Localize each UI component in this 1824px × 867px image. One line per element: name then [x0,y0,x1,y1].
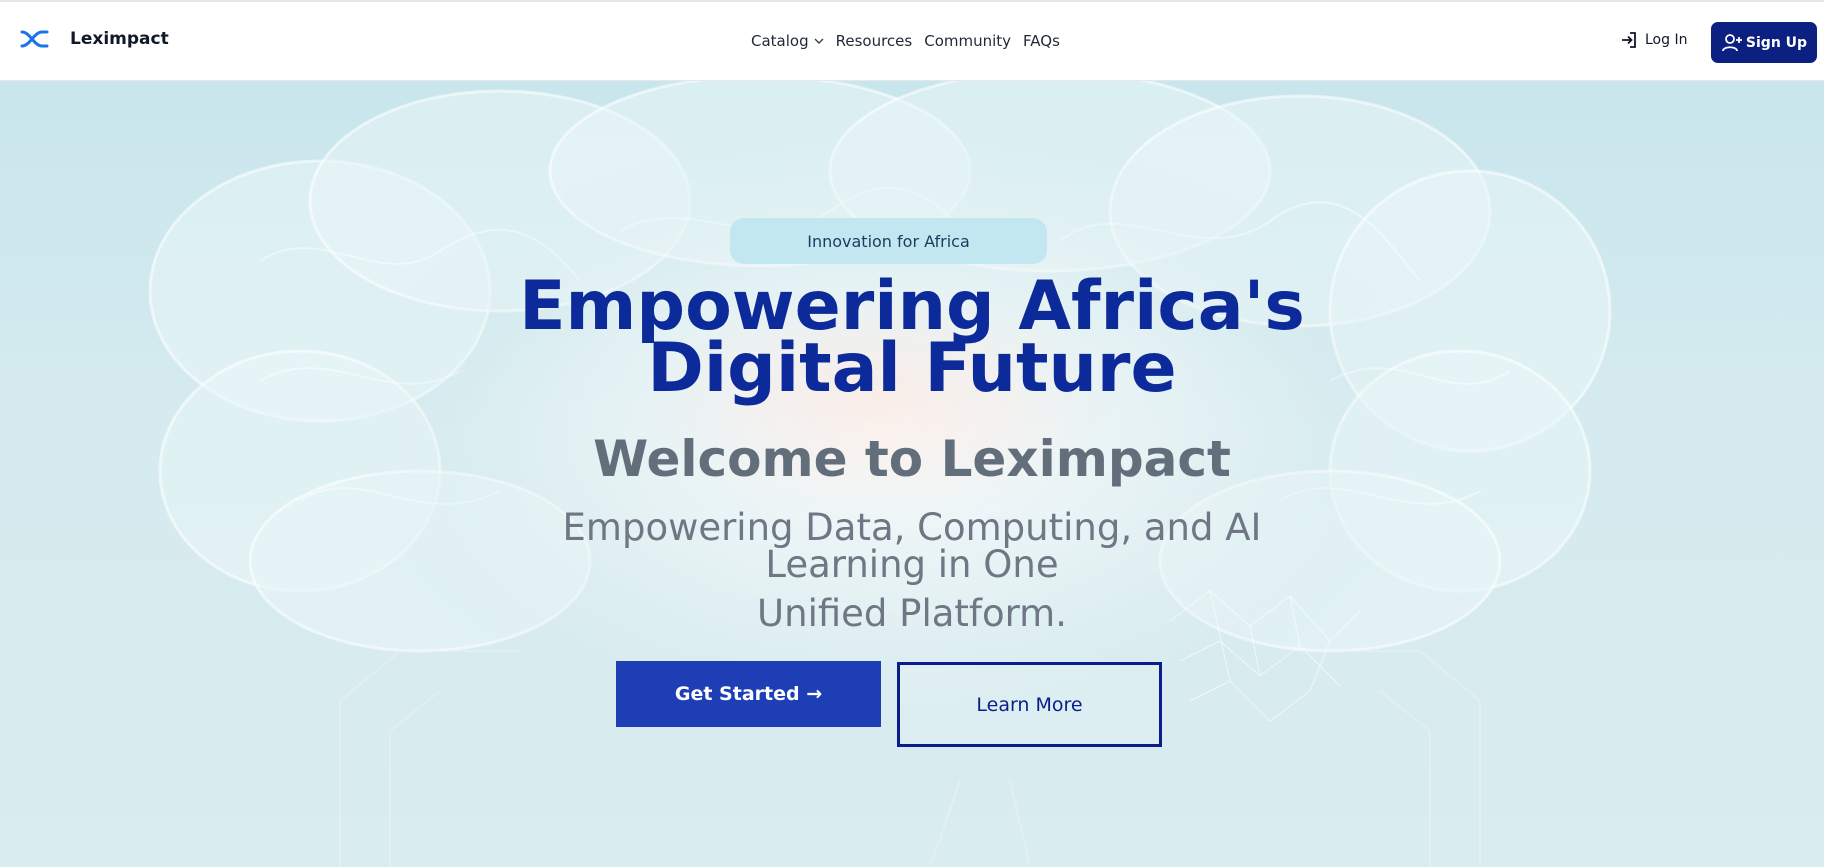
login-label: Log In [1645,32,1688,48]
learn-more-button[interactable]: Learn More [897,662,1162,747]
main-menu: Catalog Resources Community FAQs [751,32,1060,50]
crossed-arrows-logo-icon [20,30,49,48]
hero-section: Innovation for Africa Empowering Africa'… [0,81,1824,867]
nav-community[interactable]: Community [924,32,1011,50]
signup-button[interactable]: Sign Up [1711,22,1817,63]
hero-title-line-2: Digital Future [647,329,1177,408]
hero-subtitle-line-3: Unified Platform. [757,592,1067,635]
hero-badge: Innovation for Africa [730,218,1047,264]
chevron-down-icon [814,38,824,44]
nav-faqs[interactable]: FAQs [1023,32,1060,50]
hero-subtitle-line-1: Empowering Data, Computing, and AI [562,506,1262,549]
nav-catalog-label: Catalog [751,32,809,50]
add-user-icon [1722,33,1742,51]
nav-catalog[interactable]: Catalog [751,32,824,50]
login-icon [1622,32,1636,48]
hero-subtitle-line-2: Learning in One [765,543,1059,586]
welcome-heading: Welcome to Leximpact [593,430,1231,488]
top-navbar: Leximpact Catalog Resources Community FA… [0,2,1824,81]
get-started-button[interactable]: Get Started → [616,661,881,727]
hero-title: Empowering Africa's Digital Future [412,273,1412,408]
signup-label: Sign Up [1745,34,1808,51]
hero-subtitle: Empowering Data, Computing, and AI Learn… [462,509,1362,583]
nav-resources[interactable]: Resources [836,32,913,50]
login-button[interactable]: Log In [1619,30,1687,50]
brand-link[interactable]: Leximpact [20,28,169,50]
brand-name: Leximpact [70,29,169,49]
